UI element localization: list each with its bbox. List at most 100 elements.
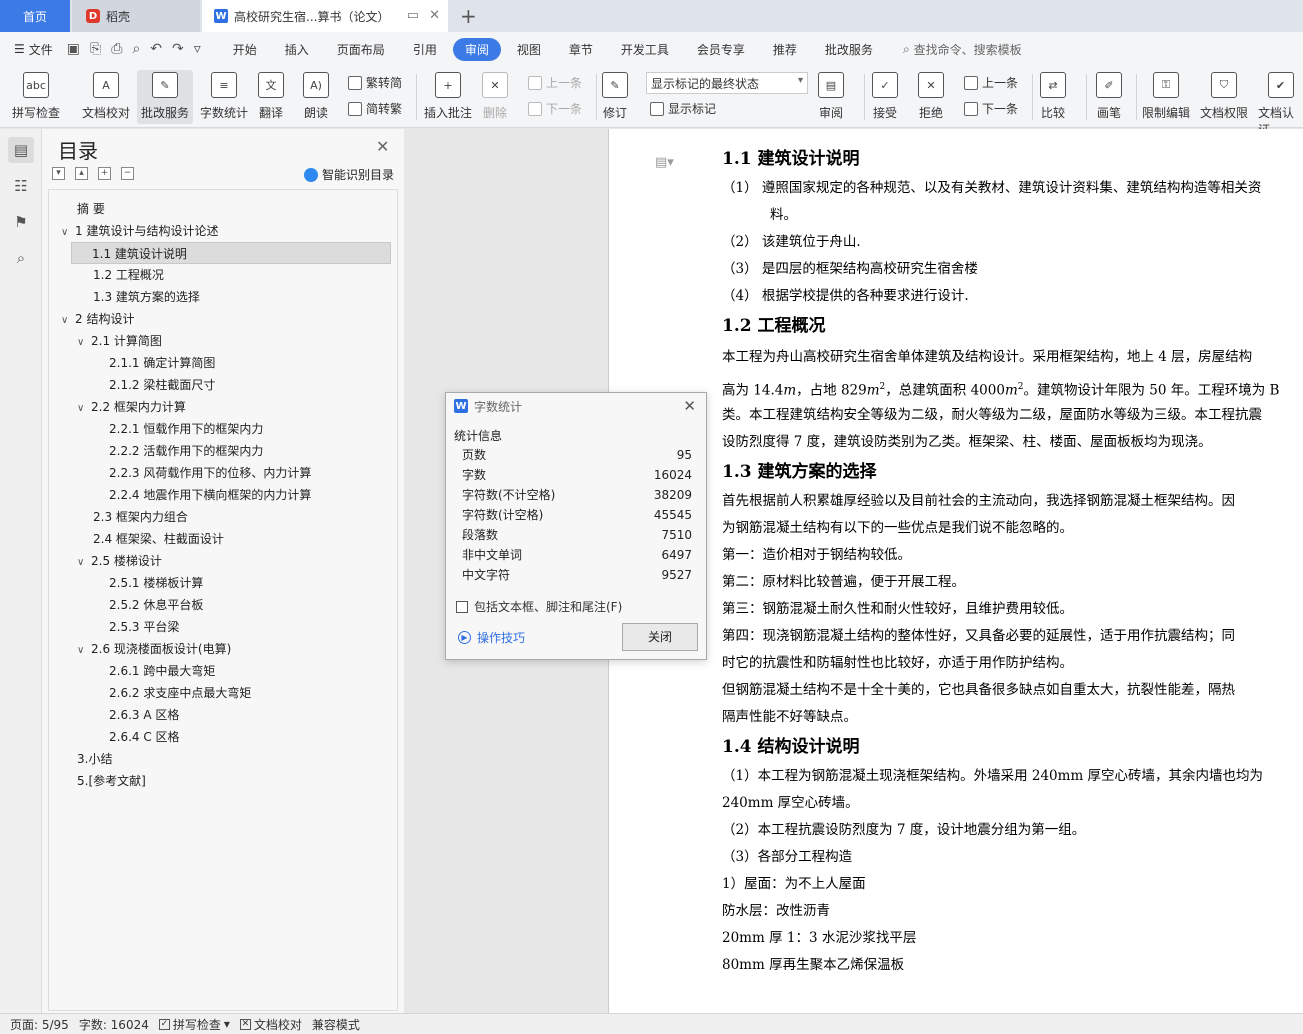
restrict-edit-button[interactable]: ⚿ 限制编辑	[1142, 70, 1190, 121]
print-icon[interactable]: ⎙	[111, 41, 122, 57]
search-icon[interactable]: ⌕	[8, 245, 34, 271]
page-options-icon[interactable]: ▤▾	[655, 155, 674, 170]
toc-panel-icon[interactable]: ▤	[8, 137, 34, 163]
outline-icon[interactable]: ☷	[8, 173, 34, 199]
toc-item[interactable]: 2.6.1 跨中最大弯矩	[109, 660, 215, 682]
spell-check-button[interactable]: abc 拼写检查	[12, 70, 60, 121]
menu-references[interactable]: 引用	[401, 38, 449, 61]
toc-item[interactable]: 2.2.1 恒载作用下的框架内力	[109, 418, 263, 440]
toc-item[interactable]: 摘 要	[77, 198, 105, 220]
spell-check-toggle[interactable]: ✓ 拼写检查 ▾	[158, 1016, 230, 1033]
toc-item[interactable]: 2.4 框架梁、柱截面设计	[93, 528, 224, 550]
tips-link[interactable]: ▶ 操作技巧	[458, 629, 525, 646]
markup-state-select[interactable]: 显示标记的最终状态	[646, 72, 808, 94]
include-textboxes-checkbox[interactable]: 包括文本框、脚注和尾注(F)	[456, 598, 622, 615]
tab-minimize-icon[interactable]: ▭	[407, 8, 419, 23]
prev-comment-button[interactable]: 上一条	[528, 74, 582, 91]
bookmark-icon[interactable]: ⚑	[8, 209, 34, 235]
file-menu[interactable]: ☰ 文件	[14, 41, 53, 58]
word-count-button[interactable]: ≡ 字数统计	[200, 70, 248, 121]
toc-item[interactable]: 2.1.1 确定计算简图	[109, 352, 215, 374]
menu-correction[interactable]: 批改服务	[813, 38, 885, 61]
new-tab-icon[interactable]: +	[460, 4, 477, 28]
next-comment-button[interactable]: 下一条	[528, 100, 582, 117]
document-page[interactable]: ▤▾ 1.1 建筑设计说明 （1） 遵照国家规定的各种规范、以及有关教材、建筑设…	[608, 129, 1303, 1013]
pen-button[interactable]: ✐ 画笔	[1096, 70, 1122, 121]
toc-item[interactable]: 2.6.4 C 区格	[109, 726, 180, 748]
collapse-all-icon[interactable]: ▾	[52, 167, 65, 180]
compare-button[interactable]: ⇄ 比较	[1040, 70, 1066, 121]
doc-rights-button[interactable]: ⛉ 文档权限	[1200, 70, 1248, 121]
chevron-down-icon[interactable]: ∨	[77, 640, 91, 662]
chevron-down-icon[interactable]: ∨	[77, 398, 91, 420]
chevron-down-icon[interactable]: ∨	[77, 552, 91, 574]
close-icon[interactable]: ✕	[683, 397, 696, 415]
tab-docer[interactable]: D 稻壳	[72, 0, 200, 32]
tab-document[interactable]: W 高校研究生宿...算书（论文） ▭ ✕	[202, 0, 448, 32]
close-button[interactable]: 关闭	[622, 623, 698, 651]
toc-item[interactable]: ∨ 2.2 框架内力计算	[77, 396, 186, 418]
delete-comment-button[interactable]: ✕ 删除	[482, 70, 508, 121]
trad-to-simp-button[interactable]: 繁转简	[348, 74, 402, 91]
toc-item[interactable]: 2.5.3 平台梁	[109, 616, 179, 638]
tab-home[interactable]: 首页	[0, 0, 70, 32]
menu-review[interactable]: 审阅	[452, 37, 501, 61]
checkbox-box[interactable]	[456, 600, 468, 613]
toc-item[interactable]: 3.小结	[77, 748, 112, 770]
close-icon[interactable]: ✕	[376, 137, 389, 156]
demote-level-icon[interactable]: −	[121, 167, 134, 180]
prev-change-button[interactable]: 上一条	[964, 74, 1018, 91]
menu-developer[interactable]: 开发工具	[609, 38, 681, 61]
read-aloud-button[interactable]: A) 朗读	[303, 70, 329, 121]
toc-item[interactable]: 2.1.2 梁柱截面尺寸	[109, 374, 215, 396]
menu-view[interactable]: 视图	[505, 38, 553, 61]
toc-item[interactable]: 1.1 建筑设计说明	[71, 242, 391, 264]
toc-item[interactable]: ∨ 2 结构设计	[61, 308, 134, 330]
expand-all-icon[interactable]: ▴	[75, 167, 88, 180]
chevron-down-icon[interactable]: ∨	[61, 222, 75, 244]
toc-item[interactable]: 2.5.1 楼梯板计算	[109, 572, 203, 594]
command-search[interactable]: ⌕ 查找命令、搜索模板	[903, 41, 1022, 58]
toc-item[interactable]: ∨ 2.6 现浇楼面板设计(电算)	[77, 638, 231, 660]
dialog-titlebar[interactable]: W 字数统计	[446, 393, 706, 419]
toc-item[interactable]: 2.5.2 休息平台板	[109, 594, 203, 616]
simp-to-trad-button[interactable]: 简转繁	[348, 100, 402, 117]
toc-item[interactable]: 2.6.3 A 区格	[109, 704, 179, 726]
toc-item[interactable]: 5.[参考文献]	[77, 770, 146, 792]
menu-layout[interactable]: 页面布局	[325, 38, 397, 61]
toc-item[interactable]: 2.6.2 求支座中点最大弯矩	[109, 682, 251, 704]
word-count-indicator[interactable]: 字数: 16024	[79, 1016, 149, 1033]
toc-item[interactable]: 1.3 建筑方案的选择	[93, 286, 200, 308]
toc-item[interactable]: ∨ 2.1 计算简图	[77, 330, 162, 352]
menu-member[interactable]: 会员专享	[685, 38, 757, 61]
translate-button[interactable]: 文 翻译	[258, 70, 284, 121]
menu-section[interactable]: 章节	[557, 38, 605, 61]
insert-comment-button[interactable]: + 插入批注	[424, 70, 472, 121]
chevron-down-icon[interactable]: ∨	[61, 310, 75, 332]
export-icon[interactable]: ⎘	[90, 41, 101, 57]
print-preview-icon[interactable]: ⌕	[132, 41, 140, 57]
track-changes-button[interactable]: ✎ 修订	[602, 70, 628, 121]
doc-check-button[interactable]: A 文档校对	[82, 70, 130, 121]
tab-close-icon[interactable]: ✕	[429, 8, 440, 23]
toc-item[interactable]: 2.2.4 地震作用下横向框架的内力计算	[109, 484, 311, 506]
accept-button[interactable]: ✓ 接受	[872, 70, 898, 121]
review-service-button[interactable]: ✎ 批改服务	[137, 70, 194, 124]
smart-toc-button[interactable]: 智能识别目录	[304, 166, 394, 183]
promote-level-icon[interactable]: +	[98, 167, 111, 180]
toc-item[interactable]: 1.2 工程概况	[93, 264, 164, 286]
page-indicator[interactable]: 页面: 5/95	[10, 1016, 69, 1033]
toc-item[interactable]: ∨ 1 建筑设计与结构设计论述	[61, 220, 218, 242]
show-markup-button[interactable]: 显示标记	[650, 100, 716, 117]
doc-verify-button[interactable]: ✔ 文档认证	[1258, 70, 1303, 138]
redo-icon[interactable]: ↷	[172, 41, 184, 57]
chevron-down-icon[interactable]: ∨	[77, 332, 91, 354]
menu-start[interactable]: 开始	[221, 38, 269, 61]
more-chevron-icon[interactable]: ▿	[194, 41, 201, 57]
reject-button[interactable]: ✕ 拒绝	[918, 70, 944, 121]
doc-check-toggle[interactable]: ✕ 文档校对	[239, 1016, 302, 1033]
undo-icon[interactable]: ↶	[150, 41, 162, 57]
next-change-button[interactable]: 下一条	[964, 100, 1018, 117]
menu-insert[interactable]: 插入	[273, 38, 321, 61]
save-icon[interactable]: ▣	[67, 41, 80, 57]
